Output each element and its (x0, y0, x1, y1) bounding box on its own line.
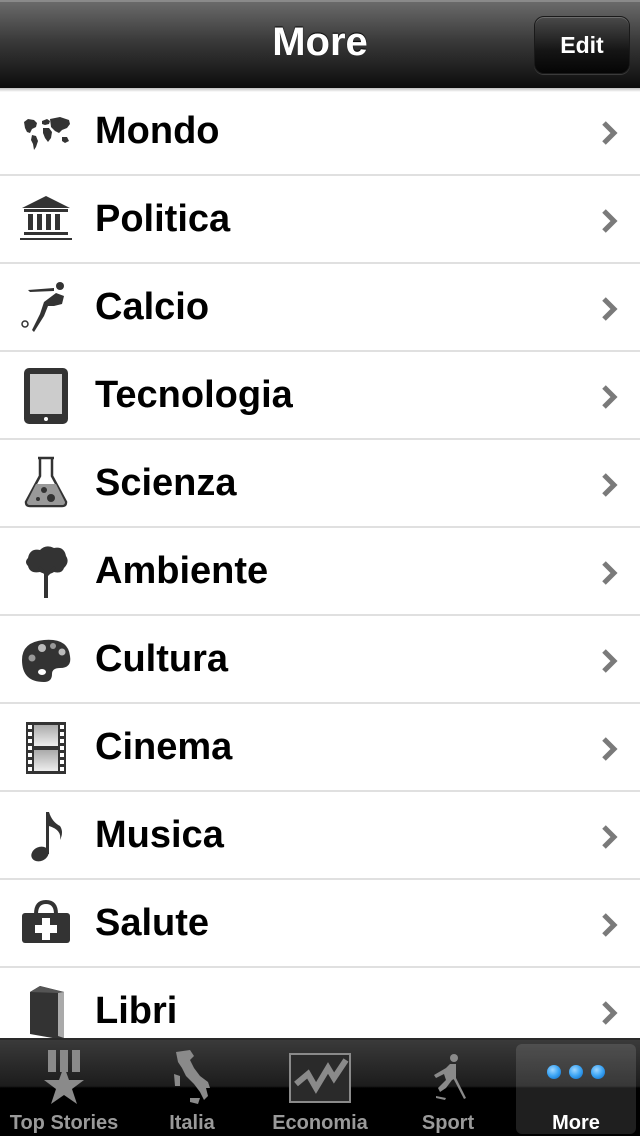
navigation-bar: More Edit (0, 0, 640, 88)
stock-chart-icon (289, 1053, 351, 1103)
chevron-right-icon (602, 473, 618, 497)
tree-icon (26, 546, 68, 598)
film-strip-icon (26, 722, 66, 774)
list-item-politica[interactable]: Politica (0, 176, 640, 264)
tab-label: Italia (169, 1112, 215, 1134)
government-building-icon (20, 196, 72, 240)
list-item-tecnologia[interactable]: Tecnologia (0, 352, 640, 440)
palette-icon (22, 639, 71, 682)
list-item-musica[interactable]: Musica (0, 792, 640, 880)
chevron-right-icon (602, 649, 618, 673)
tablet-icon (24, 368, 68, 424)
chevron-right-icon (602, 1001, 618, 1025)
hockey-player-icon (434, 1054, 466, 1100)
list-item-libri[interactable]: Libri (0, 968, 640, 1038)
list-item-label: Salute (95, 902, 210, 944)
music-note-icon (31, 812, 62, 862)
tab-sport[interactable]: Sport (384, 1040, 512, 1136)
flask-icon (24, 456, 68, 508)
list-item-mondo[interactable]: Mondo (0, 88, 640, 176)
book-icon (30, 986, 64, 1038)
tab-label: More (552, 1112, 600, 1134)
list-item-label: Cultura (95, 638, 228, 680)
navbar-shadow (0, 88, 640, 92)
list-item-cultura[interactable]: Cultura (0, 616, 640, 704)
tab-label: Top Stories (9, 1112, 119, 1134)
more-dots-icon (547, 1065, 605, 1079)
edit-button[interactable]: Edit (534, 16, 630, 74)
tab-label: Economia (272, 1112, 368, 1134)
list-item-ambiente[interactable]: Ambiente (0, 528, 640, 616)
tab-label: Sport (421, 1112, 475, 1134)
soccer-player-icon (21, 282, 64, 332)
list-item-label: Calcio (95, 286, 210, 328)
tab-bar: Top Stories Italia Economia Sport More (0, 1038, 640, 1136)
chevron-right-icon (602, 297, 618, 321)
italy-map-icon (174, 1050, 210, 1104)
list-item-label: Tecnologia (95, 374, 293, 416)
medal-star-icon (44, 1050, 84, 1104)
list-item-label: Ambiente (95, 550, 269, 592)
chevron-right-icon (602, 121, 618, 145)
chevron-right-icon (602, 825, 618, 849)
list-item-scienza[interactable]: Scienza (0, 440, 640, 528)
list-item-salute[interactable]: Salute (0, 880, 640, 968)
tab-italia[interactable]: Italia (128, 1040, 256, 1136)
chevron-right-icon (602, 385, 618, 409)
world-map-icon (24, 117, 70, 150)
list-item-calcio[interactable]: Calcio (0, 264, 640, 352)
chevron-right-icon (602, 913, 618, 937)
chevron-right-icon (602, 737, 618, 761)
list-item-label: Musica (95, 814, 224, 856)
tab-economia[interactable]: Economia (256, 1040, 384, 1136)
list-item-label: Mondo (95, 110, 220, 152)
list-item-label: Scienza (95, 462, 237, 504)
section-list: Mondo Politica Calcio Tecnologia Scienza… (0, 88, 640, 1038)
list-item-label: Cinema (95, 726, 233, 768)
list-item-cinema[interactable]: Cinema (0, 704, 640, 792)
tab-top-stories[interactable]: Top Stories (0, 1040, 128, 1136)
chevron-right-icon (602, 209, 618, 233)
tab-more[interactable]: More (512, 1040, 640, 1136)
chevron-right-icon (602, 561, 618, 585)
medical-kit-icon (22, 899, 70, 943)
list-item-label: Politica (95, 198, 231, 240)
list-item-label: Libri (95, 990, 178, 1032)
